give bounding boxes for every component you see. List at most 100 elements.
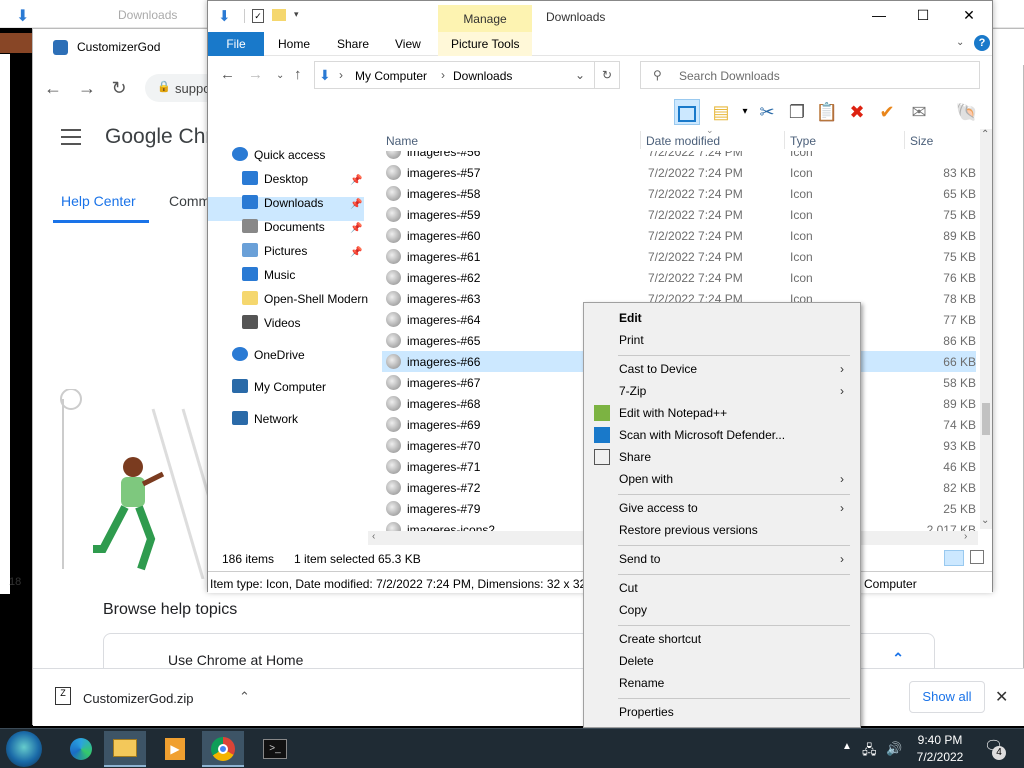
shell-icon[interactable]: 🐚 <box>954 99 980 125</box>
paste-icon[interactable]: 📋 <box>814 99 840 125</box>
preview-pane-icon[interactable] <box>674 99 700 125</box>
quick-access-dropdown-icon[interactable]: ▾ <box>294 9 299 20</box>
nav-item-onedrive[interactable]: OneDrive <box>232 347 305 369</box>
nav-item-my-computer[interactable]: My Computer <box>232 379 326 401</box>
file-row[interactable]: imageres-#56 7/2/2022 7:24 PM Icon <box>382 151 976 162</box>
chrome-icon[interactable] <box>202 731 244 767</box>
pin-icon[interactable]: 📌 <box>350 247 362 258</box>
help-icon[interactable]: ? <box>974 35 990 51</box>
menu-item-7-zip[interactable]: 7-Zip <box>619 384 646 398</box>
breadcrumb-downloads[interactable]: Downloads <box>453 69 512 83</box>
up-arrow-icon[interactable]: ↑ <box>294 66 302 83</box>
file-row[interactable]: imageres-#61 7/2/2022 7:24 PM Icon 75 KB <box>382 246 976 267</box>
tab-help-center[interactable]: Help Center <box>61 193 136 209</box>
refresh-icon[interactable]: ↻ <box>594 61 620 89</box>
file-row[interactable]: imageres-#62 7/2/2022 7:24 PM Icon 76 KB <box>382 267 976 288</box>
file-explorer-icon[interactable] <box>104 731 146 767</box>
maximize-icon[interactable]: ☐ <box>908 7 938 27</box>
column-type[interactable]: Type <box>790 134 816 148</box>
menu-item-create-shortcut[interactable]: Create shortcut <box>619 632 701 646</box>
file-row[interactable]: imageres-#59 7/2/2022 7:24 PM Icon 75 KB <box>382 204 976 225</box>
chevron-up-icon[interactable]: ⌃ <box>892 650 904 667</box>
column-divider[interactable] <box>784 131 785 149</box>
clock-time[interactable]: 9:40 PM <box>912 733 968 747</box>
menu-item-send-to[interactable]: Send to <box>619 552 660 566</box>
nav-item-quick-access[interactable]: Quick access <box>232 147 325 169</box>
download-item[interactable]: CustomizerGod.zip <box>83 691 194 706</box>
menu-item-share[interactable]: Share <box>619 450 651 464</box>
file-row[interactable]: imageres-#57 7/2/2022 7:24 PM Icon 83 KB <box>382 162 976 183</box>
reload-icon[interactable]: ↻ <box>109 78 129 98</box>
breadcrumb-my-computer[interactable]: My Computer <box>355 69 427 83</box>
menu-item-edit-with-notepad[interactable]: Edit with Notepad++ <box>619 406 727 420</box>
delete-icon[interactable]: ✖ <box>844 99 870 125</box>
menu-item-restore-previous-versions[interactable]: Restore previous versions <box>619 523 758 537</box>
scroll-left-icon[interactable]: ‹ <box>372 531 375 542</box>
scroll-up-icon[interactable]: ⌃ <box>981 129 989 140</box>
folder-options-icon[interactable]: ▤ <box>708 99 734 125</box>
pin-icon[interactable]: 📌 <box>350 223 362 234</box>
nav-item-documents[interactable]: Documents <box>242 219 325 241</box>
address-bar[interactable]: ⬇ › My Computer › Downloads ⌄ <box>314 61 620 89</box>
scroll-down-icon[interactable]: ⌄ <box>981 515 989 526</box>
menu-item-properties[interactable]: Properties <box>619 705 674 719</box>
new-folder-quick-icon[interactable] <box>272 9 286 21</box>
menu-item-copy[interactable]: Copy <box>619 603 647 617</box>
edge-icon[interactable] <box>60 731 102 767</box>
menu-item-rename[interactable]: Rename <box>619 676 664 690</box>
properties-quick-icon[interactable]: ✓ <box>252 9 264 23</box>
email-icon[interactable]: ✉ <box>906 99 932 125</box>
nav-item-desktop[interactable]: Desktop <box>242 171 308 193</box>
cut-icon[interactable]: ✂ <box>754 99 780 125</box>
pin-icon[interactable]: 📌 <box>350 199 362 210</box>
file-row[interactable]: imageres-#60 7/2/2022 7:24 PM Icon 89 KB <box>382 225 976 246</box>
close-icon[interactable]: ✕ <box>954 7 984 27</box>
back-arrow-icon[interactable]: ← <box>43 78 63 98</box>
forward-arrow-icon[interactable]: → <box>248 66 263 83</box>
vertical-scrollbar[interactable]: ⌃ ⌄ <box>980 129 992 529</box>
tab-community[interactable]: Comm <box>169 193 210 209</box>
forward-arrow-icon[interactable]: → <box>77 78 97 98</box>
nav-item-music[interactable]: Music <box>242 267 295 289</box>
column-date-modified[interactable]: Date modified <box>646 134 720 148</box>
menu-item-edit[interactable]: Edit <box>619 311 642 325</box>
address-dropdown-icon[interactable]: ⌄ <box>575 68 585 82</box>
tab-view[interactable]: View <box>395 37 421 51</box>
back-arrow-icon[interactable]: ← <box>220 66 235 83</box>
menu-item-print[interactable]: Print <box>619 333 644 347</box>
details-view-icon[interactable] <box>944 550 964 566</box>
start-button[interactable] <box>6 731 42 767</box>
nav-item-network[interactable]: Network <box>232 411 298 433</box>
tab-home[interactable]: Home <box>278 37 310 51</box>
nav-item-pictures[interactable]: Pictures <box>242 243 307 265</box>
close-icon[interactable]: ✕ <box>995 687 1008 707</box>
column-divider[interactable] <box>904 131 905 149</box>
column-divider[interactable] <box>640 131 641 149</box>
menu-item-cast-to-device[interactable]: Cast to Device <box>619 362 697 376</box>
menu-item-open-with[interactable]: Open with <box>619 472 673 486</box>
copy-icon[interactable]: ❐ <box>784 99 810 125</box>
tab-file[interactable]: File <box>208 32 264 56</box>
tray-overflow-icon[interactable]: ▲ <box>842 741 852 752</box>
column-size[interactable]: Size <box>910 134 933 148</box>
nav-item-videos[interactable]: Videos <box>242 315 300 337</box>
minimize-icon[interactable]: — <box>864 7 894 27</box>
show-all-button[interactable]: Show all <box>909 681 985 713</box>
search-input[interactable]: ⚲ Search Downloads <box>640 61 980 89</box>
ribbon-expand-icon[interactable]: ⌄ <box>956 37 964 48</box>
hamburger-menu-icon[interactable] <box>61 129 81 145</box>
media-player-icon[interactable]: ▶ <box>154 731 196 767</box>
chevron-up-icon[interactable]: ⌃ <box>239 689 250 705</box>
manage-context-tab[interactable]: Manage <box>438 5 532 32</box>
terminal-icon[interactable]: >_ <box>254 731 296 767</box>
clock-date[interactable]: 7/2/2022 <box>912 750 968 764</box>
large-icons-view-icon[interactable] <box>970 550 984 564</box>
menu-item-delete[interactable]: Delete <box>619 654 654 668</box>
volume-icon[interactable]: 🔊 <box>886 741 902 757</box>
menu-item-give-access-to[interactable]: Give access to <box>619 501 698 515</box>
scroll-right-icon[interactable]: › <box>964 531 967 542</box>
file-row[interactable]: imageres-#58 7/2/2022 7:24 PM Icon 65 KB <box>382 183 976 204</box>
recent-locations-icon[interactable]: ⌄ <box>276 70 284 81</box>
scrollbar-thumb[interactable] <box>982 403 990 435</box>
menu-item-scan-with-microsoft-defender[interactable]: Scan with Microsoft Defender... <box>619 428 785 442</box>
